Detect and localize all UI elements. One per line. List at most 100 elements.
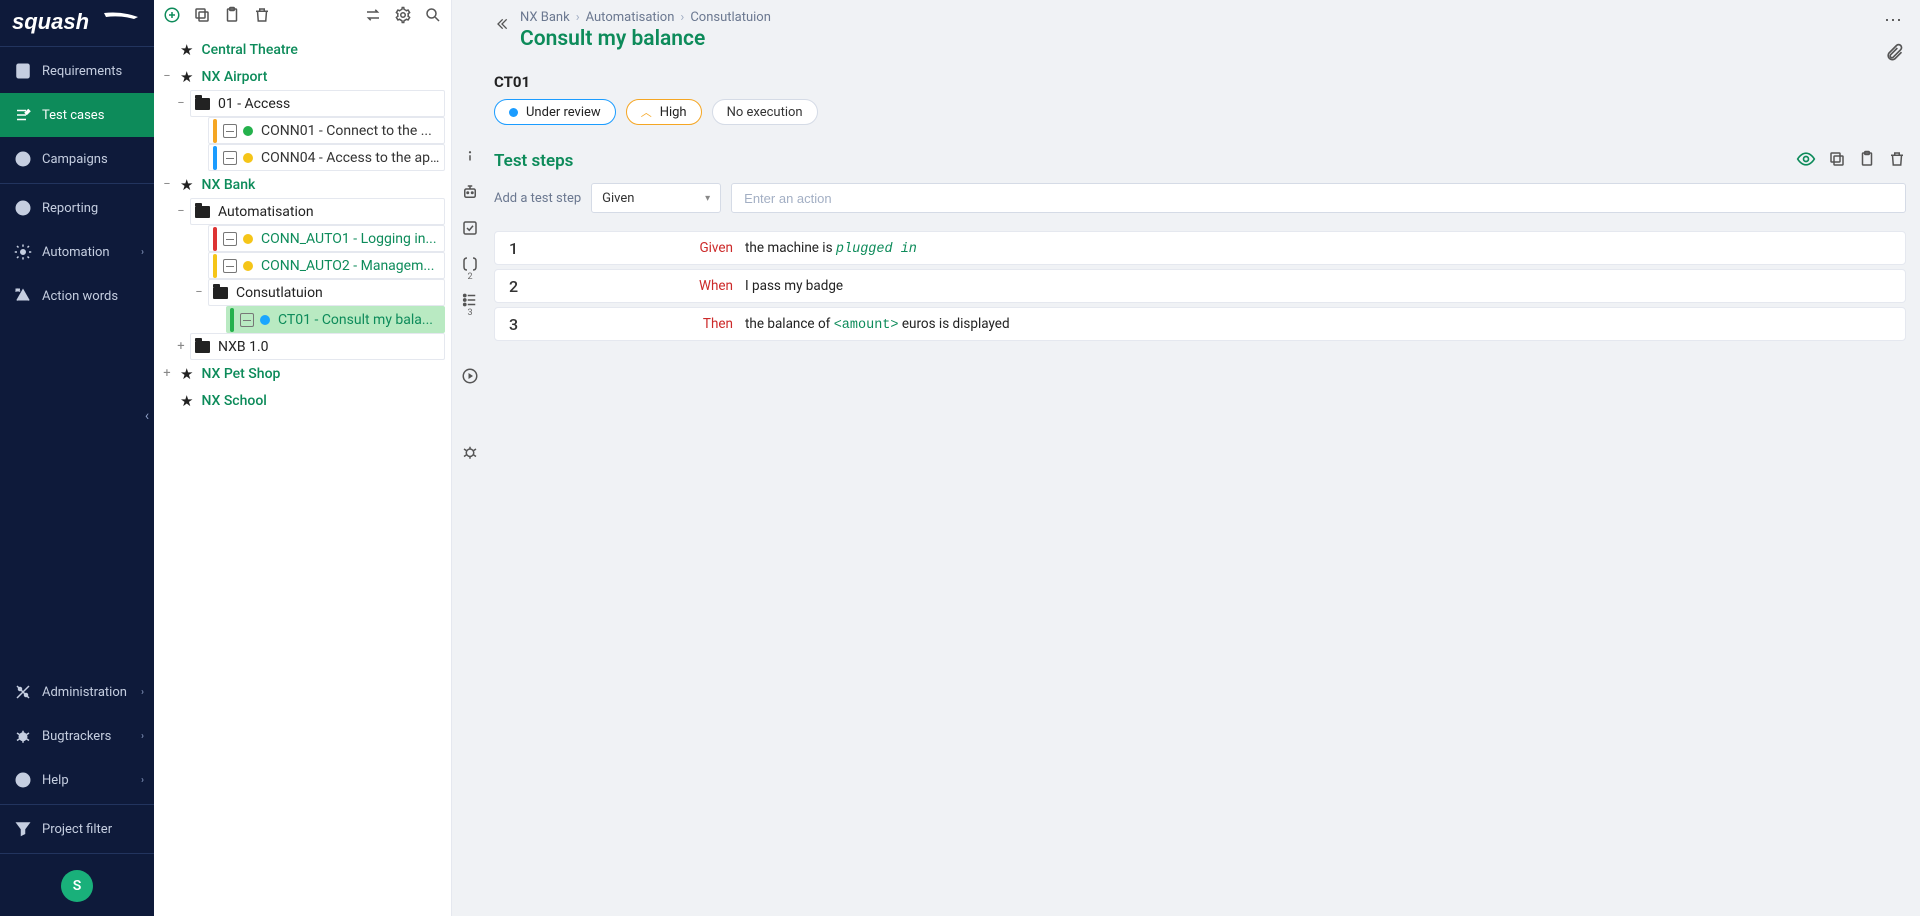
nav-administration[interactable]: Administration ›: [0, 670, 154, 714]
expander-icon[interactable]: [192, 124, 206, 138]
expander-icon[interactable]: [210, 313, 224, 327]
tree-folder[interactable]: − 01 - Access: [154, 90, 451, 117]
tree-body[interactable]: ★Central Theatre − ★NX Airport − 01 - Ac…: [154, 30, 451, 916]
nav-requirements[interactable]: Requirements: [0, 49, 154, 93]
status-dot: [243, 234, 253, 244]
settings-button[interactable]: [393, 5, 413, 25]
status-dot: [243, 153, 253, 163]
script-icon: [223, 259, 237, 273]
status-dot: [243, 261, 253, 271]
robot-button[interactable]: [456, 178, 484, 206]
search-button[interactable]: [423, 5, 443, 25]
collapse-nav-button[interactable]: ‹: [139, 404, 155, 428]
script-icon: [240, 313, 254, 327]
priority-stripe: [230, 308, 234, 332]
script-button[interactable]: 2: [456, 250, 484, 278]
step-keyword: Given: [545, 240, 745, 256]
nav-action-words[interactable]: Action words: [0, 274, 154, 318]
tree-testcase[interactable]: CONN04 - Access to the ap...: [154, 144, 451, 171]
chevron-right-icon: ›: [141, 247, 144, 258]
tree-folder[interactable]: + NXB 1.0: [154, 333, 451, 360]
steps-list: 1Giventhe machine is plugged in 2WhenI pa…: [494, 231, 1906, 341]
expander-icon[interactable]: −: [160, 70, 174, 84]
star-icon: ★: [180, 365, 193, 383]
tree-label: NXB 1.0: [218, 339, 440, 355]
info-button[interactable]: [456, 142, 484, 170]
chip-priority[interactable]: ︿ High: [626, 99, 702, 125]
expander-icon[interactable]: +: [174, 340, 188, 354]
expander-icon[interactable]: +: [160, 367, 174, 381]
section-title: Test steps: [494, 151, 1796, 171]
checklist-button[interactable]: [456, 214, 484, 242]
keyword-select[interactable]: Given ▾: [591, 183, 721, 213]
expander-icon[interactable]: −: [160, 178, 174, 192]
left-nav: squash Requirements Test cases Campaigns…: [0, 0, 154, 916]
steps-button[interactable]: 3: [456, 286, 484, 314]
tree-project[interactable]: ★NX School: [154, 387, 451, 414]
tree-project[interactable]: ★Central Theatre: [154, 36, 451, 63]
nav-label: Requirements: [42, 64, 122, 79]
expander-icon[interactable]: −: [174, 205, 188, 219]
step-row[interactable]: 2WhenI pass my badge: [494, 269, 1906, 303]
tree-folder[interactable]: − Automatisation: [154, 198, 451, 225]
paste-button[interactable]: [222, 5, 242, 25]
action-input[interactable]: [731, 183, 1906, 213]
tree-project[interactable]: − ★NX Bank: [154, 171, 451, 198]
attachment-button[interactable]: [1882, 43, 1906, 63]
expander-icon[interactable]: −: [174, 97, 188, 111]
expander-icon[interactable]: [192, 259, 206, 273]
paste-steps-button[interactable]: [1858, 150, 1876, 172]
tree-testcase[interactable]: CONN01 - Connect to the ...: [154, 117, 451, 144]
breadcrumb-item[interactable]: Automatisation: [586, 10, 675, 25]
step-row[interactable]: 1Giventhe machine is plugged in: [494, 231, 1906, 265]
step-row[interactable]: 3Thenthe balance of <amount> euros is di…: [494, 307, 1906, 341]
breadcrumb-item[interactable]: Consutlatuion: [690, 10, 771, 25]
breadcrumb-item[interactable]: NX Bank: [520, 10, 570, 25]
nav-label: Administration: [42, 685, 127, 700]
more-button[interactable]: ⋯: [1882, 10, 1906, 31]
tree-project[interactable]: + ★ NX Pet Shop: [154, 360, 451, 387]
nav-test-cases[interactable]: Test cases: [0, 93, 154, 137]
nav-campaigns[interactable]: Campaigns: [0, 137, 154, 181]
add-button[interactable]: [162, 5, 182, 25]
chip-status[interactable]: Under review: [494, 99, 616, 125]
nav-automation[interactable]: Automation ›: [0, 230, 154, 274]
expander-icon[interactable]: [160, 43, 174, 57]
nav-project-filter[interactable]: Project filter: [0, 807, 154, 851]
tree-testcase[interactable]: CONN_AUTO2 - Managem...: [154, 252, 451, 279]
tree-testcase-selected[interactable]: CT01 - Consult my bala...: [154, 306, 451, 333]
copy-steps-button[interactable]: [1828, 150, 1846, 172]
play-button[interactable]: [456, 362, 484, 390]
logo: squash: [0, 0, 154, 44]
expander-icon[interactable]: [160, 394, 174, 408]
tree-testcase[interactable]: CONN_AUTO1 - Logging in...: [154, 225, 451, 252]
avatar[interactable]: S: [61, 870, 93, 902]
side-toolbar: 2 3: [452, 0, 488, 916]
nav-reporting[interactable]: Reporting: [0, 186, 154, 230]
preview-button[interactable]: [1796, 149, 1816, 173]
copy-button[interactable]: [192, 5, 212, 25]
expander-icon[interactable]: [192, 232, 206, 246]
step-number: 3: [509, 315, 545, 334]
chip-label: Under review: [526, 105, 601, 120]
delete-steps-button[interactable]: [1888, 150, 1906, 172]
script-icon: [223, 232, 237, 246]
back-button[interactable]: [488, 10, 516, 38]
tree-label: NX Pet Shop: [201, 366, 441, 382]
nav-help[interactable]: Help ›: [0, 758, 154, 802]
tree-project[interactable]: − ★NX Airport: [154, 63, 451, 90]
step-param: <amount>: [834, 318, 899, 333]
tree-folder[interactable]: − Consutlatuion: [154, 279, 451, 306]
chip-label: No execution: [727, 105, 803, 120]
bug-button[interactable]: [456, 438, 484, 466]
swap-button[interactable]: [363, 5, 383, 25]
expander-icon[interactable]: [192, 151, 206, 165]
step-param: plugged in: [836, 242, 917, 257]
tree-toolbar: [154, 0, 451, 30]
priority-stripe: [213, 254, 217, 278]
chip-execution[interactable]: No execution: [712, 99, 818, 125]
script-icon: [223, 151, 237, 165]
expander-icon[interactable]: −: [192, 286, 206, 300]
nav-bugtrackers[interactable]: Bugtrackers ›: [0, 714, 154, 758]
delete-button[interactable]: [252, 5, 272, 25]
